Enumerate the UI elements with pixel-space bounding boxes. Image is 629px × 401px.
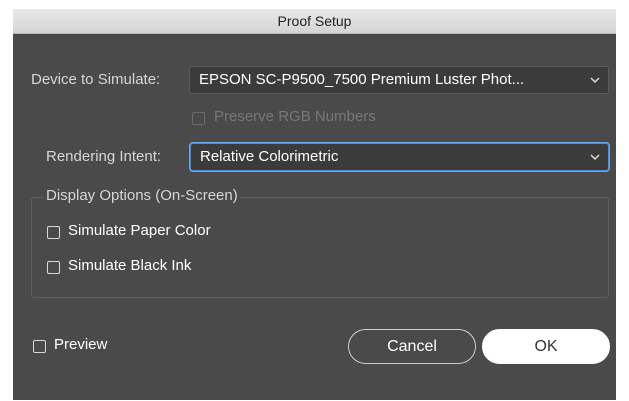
window-title: Proof Setup <box>13 9 616 34</box>
preview-label: Preview <box>54 336 108 353</box>
rendering-intent-value: Relative Colorimetric <box>200 148 339 165</box>
chevron-down-icon <box>590 154 600 161</box>
simulate-black-ink-checkbox[interactable] <box>47 261 60 274</box>
chevron-down-icon <box>590 77 600 84</box>
device-to-simulate-select[interactable]: EPSON SC-P9500_7500 Premium Luster Phot.… <box>189 66 609 94</box>
display-options-group <box>31 197 609 298</box>
device-to-simulate-value: EPSON SC-P9500_7500 Premium Luster Phot.… <box>199 71 525 88</box>
simulate-paper-color-label: Simulate Paper Color <box>68 222 211 239</box>
preview-checkbox[interactable] <box>33 340 46 353</box>
preserve-rgb-label: Preserve RGB Numbers <box>214 108 376 125</box>
ok-button[interactable]: OK <box>482 329 610 364</box>
rendering-intent-select[interactable]: Relative Colorimetric <box>190 143 609 171</box>
display-options-title: Display Options (On-Screen) <box>44 187 240 204</box>
cancel-button[interactable]: Cancel <box>348 329 476 364</box>
device-to-simulate-label: Device to Simulate: <box>31 71 161 88</box>
simulate-black-ink-label: Simulate Black Ink <box>68 257 192 274</box>
preserve-rgb-checkbox[interactable] <box>192 112 205 125</box>
rendering-intent-label: Rendering Intent: <box>46 148 162 165</box>
simulate-paper-color-checkbox[interactable] <box>47 226 60 239</box>
proof-setup-dialog: Proof Setup Device to Simulate: EPSON SC… <box>13 9 616 400</box>
